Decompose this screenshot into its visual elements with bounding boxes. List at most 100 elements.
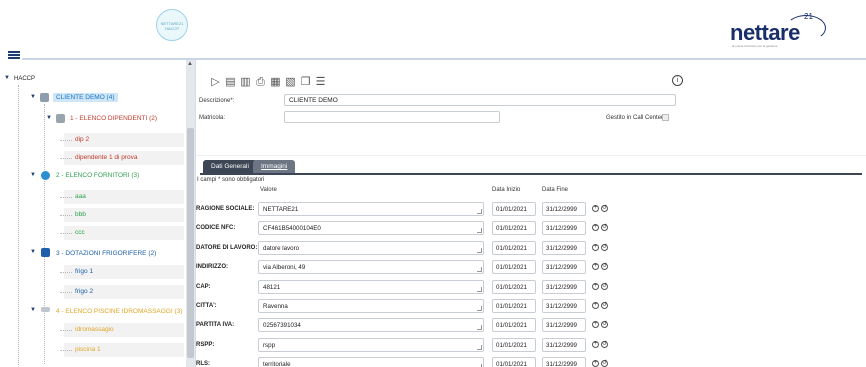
data-fine-field[interactable]: 31/12/2999 xyxy=(542,357,586,367)
data-inizio-field[interactable]: 01/01/2021 xyxy=(492,357,536,367)
field-label: PARTITA IVA: xyxy=(196,322,235,328)
resize-handle-icon[interactable] xyxy=(477,345,482,350)
data-fine-field[interactable]: 31/12/2999 xyxy=(542,260,586,274)
col-data-inizio: Data Inizio xyxy=(492,187,521,193)
field-value-input[interactable]: territoriale xyxy=(258,357,484,367)
field-value-input[interactable]: via Alberoni, 49 xyxy=(258,260,484,274)
info-icon[interactable]: i xyxy=(672,75,683,86)
history-icon[interactable]: ↺ xyxy=(601,341,608,348)
new-document-icon[interactable]: ▷ xyxy=(210,76,221,88)
data-fine-field[interactable]: 31/12/2999 xyxy=(542,338,586,352)
data-fine-field[interactable]: 31/12/2999 xyxy=(542,241,586,255)
delete-icon[interactable]: ▥ xyxy=(240,76,251,88)
data-inizio-field[interactable]: 01/01/2021 xyxy=(492,280,536,294)
expand-fornitori-icon[interactable]: ▼ xyxy=(30,172,36,178)
history-icon[interactable]: ↺ xyxy=(601,360,608,367)
resize-handle-icon[interactable] xyxy=(477,306,482,311)
add-version-icon[interactable]: + xyxy=(592,321,599,328)
history-icon[interactable]: ↺ xyxy=(601,244,608,251)
tab-dati-generali[interactable]: Dati Generali xyxy=(203,160,257,173)
attach-icon[interactable]: ▧ xyxy=(285,76,296,88)
history-icon[interactable]: ↺ xyxy=(601,224,608,231)
nettare-brand-logo: nettare 21 la nuova soluzione per la ges… xyxy=(730,10,830,48)
descrizione-field[interactable]: CLIENTE DEMO xyxy=(284,94,676,106)
add-version-icon[interactable]: + xyxy=(592,244,599,251)
add-version-icon[interactable]: + xyxy=(592,360,599,367)
expand-cliente-icon[interactable]: ▼ xyxy=(30,94,36,100)
resize-handle-icon[interactable] xyxy=(477,228,482,233)
data-fine-field[interactable]: 31/12/2999 xyxy=(542,202,586,216)
data-fine-field[interactable]: 31/12/2999 xyxy=(542,318,586,332)
field-value-input[interactable]: NETTARE21 xyxy=(258,202,484,216)
tree-item-dotazioni-frigorifere[interactable]: 3 - DOTAZIONI FRIGORIFERE (2) xyxy=(56,250,156,257)
tree-item-elenco-dipendenti[interactable]: 1 - ELENCO DIPENDENTI (2) xyxy=(70,115,157,122)
history-icon[interactable]: ↺ xyxy=(601,321,608,328)
export-icon[interactable]: ▦ xyxy=(270,76,281,88)
matricola-field[interactable] xyxy=(284,111,500,123)
add-version-icon[interactable]: + xyxy=(592,205,599,212)
history-icon[interactable]: ↺ xyxy=(601,205,608,212)
tree-item-idromassagio[interactable]: idromassagio xyxy=(75,326,114,333)
expand-root-icon[interactable]: ▼ xyxy=(4,75,10,81)
expand-piscine-icon[interactable]: ▼ xyxy=(30,307,36,313)
tree-item-piscina-1[interactable]: piscina 1 xyxy=(75,346,101,353)
data-fine-field[interactable]: 31/12/2999 xyxy=(542,280,586,294)
expand-frigoriferi-icon[interactable]: ▼ xyxy=(30,249,36,255)
tree-item-bbb[interactable]: bbb xyxy=(75,211,86,218)
sidebar-scroll-thumb[interactable] xyxy=(187,128,194,358)
list-icon[interactable]: ☰ xyxy=(315,76,326,88)
field-value-input[interactable]: 02567391034 xyxy=(258,318,484,332)
tree-item-frigo-2[interactable]: frigo 2 xyxy=(75,288,93,295)
history-icon[interactable]: ↺ xyxy=(601,302,608,309)
tree-item-cliente-demo[interactable]: CLIENTE DEMO (4) xyxy=(53,93,118,102)
print-icon[interactable]: ⎙ xyxy=(255,76,266,88)
col-data-fine: Data Fine xyxy=(542,187,569,193)
add-version-icon[interactable]: + xyxy=(592,224,599,231)
resize-handle-icon[interactable] xyxy=(477,325,482,330)
tree-item-elenco-fornitori[interactable]: 2 - ELENCO FORNITORI (3) xyxy=(56,172,139,179)
save-icon[interactable]: ▤ xyxy=(225,76,236,88)
resize-handle-icon[interactable] xyxy=(477,287,482,292)
tree-item-dipendente-1[interactable]: dipendente 1 di prova xyxy=(75,154,138,161)
field-value-text: via Alberoni, 49 xyxy=(263,264,306,271)
field-value-input[interactable]: datore lavoro xyxy=(258,241,484,255)
add-version-icon[interactable]: + xyxy=(592,263,599,270)
tab-immagini[interactable]: Immagini xyxy=(253,160,296,173)
field-value-input[interactable]: Ravenna xyxy=(258,299,484,313)
data-inizio-field[interactable]: 01/01/2021 xyxy=(492,318,536,332)
col-valore: Valore xyxy=(260,187,277,193)
tree-item-aaa[interactable]: aaa xyxy=(75,193,86,200)
data-fine-field[interactable]: 31/12/2999 xyxy=(542,299,586,313)
add-version-icon[interactable]: + xyxy=(592,341,599,348)
add-version-icon[interactable]: + xyxy=(592,302,599,309)
field-value-input[interactable]: CF461B54000104E0 xyxy=(258,221,484,235)
field-value-input[interactable]: 48121 xyxy=(258,280,484,294)
tree-root-label[interactable]: HACCP xyxy=(14,76,35,82)
tree-item-ccc[interactable]: ccc xyxy=(75,229,85,236)
haccp-logo[interactable]: NETTARE21 HACCP xyxy=(156,9,188,41)
history-icon[interactable]: ↺ xyxy=(601,283,608,290)
tree-item-frigo-1[interactable]: frigo 1 xyxy=(75,268,93,275)
tree-item-elenco-piscine[interactable]: 4 - ELENCO PISCINE IDROMASSAGGI (3) xyxy=(56,308,182,315)
field-value-input[interactable]: rspp xyxy=(258,338,484,352)
data-fine-field[interactable]: 31/12/2999 xyxy=(542,221,586,235)
tree-item-dip-2[interactable]: dip 2 xyxy=(75,136,89,143)
resize-handle-icon[interactable] xyxy=(477,209,482,214)
data-inizio-field[interactable]: 01/01/2021 xyxy=(492,338,536,352)
data-inizio-field[interactable]: 01/01/2021 xyxy=(492,241,536,255)
tab-underline xyxy=(200,173,862,175)
add-version-icon[interactable]: + xyxy=(592,283,599,290)
hamburger-menu-icon[interactable] xyxy=(8,51,20,59)
data-inizio-field[interactable]: 01/01/2021 xyxy=(492,260,536,274)
expand-dipendenti-icon[interactable]: ▼ xyxy=(46,115,52,121)
resize-handle-icon[interactable] xyxy=(477,267,482,272)
gestito-call-center-checkbox[interactable] xyxy=(662,114,669,121)
resize-handle-icon[interactable] xyxy=(477,248,482,253)
copy-icon[interactable]: ❐ xyxy=(300,76,311,88)
data-inizio-field[interactable]: 01/01/2021 xyxy=(492,299,536,313)
data-inizio-field[interactable]: 01/01/2021 xyxy=(492,202,536,216)
scroll-up-icon[interactable]: ▲ xyxy=(187,61,193,67)
data-inizio-field[interactable]: 01/01/2021 xyxy=(492,221,536,235)
field-value-text: datore lavoro xyxy=(263,245,300,252)
history-icon[interactable]: ↺ xyxy=(601,263,608,270)
